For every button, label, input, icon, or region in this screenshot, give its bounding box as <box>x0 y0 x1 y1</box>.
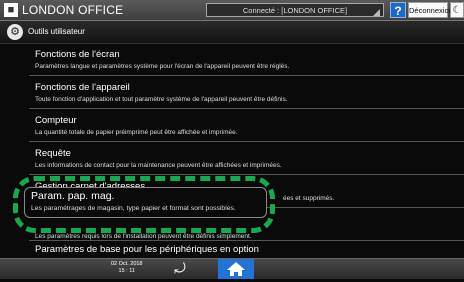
date-text: 02 Oct. 2018 <box>111 261 143 267</box>
menu-item-machine-features[interactable]: Fonctions de l'appareil Toute fonction d… <box>29 77 464 109</box>
menu-item-description: Paramètres langue et paramètres système … <box>35 63 290 70</box>
menu-item-description: Les informations de contact pour la main… <box>35 162 282 169</box>
tools-icon: ⚙ <box>7 24 23 40</box>
menu-item-title: Param. pap. mag. <box>31 190 115 202</box>
bottom-bar: 02 Oct. 2018 15 : 11 ⤾ <box>0 258 464 279</box>
home-icon[interactable] <box>218 259 254 279</box>
menu-item-description: La quantité totale de papier préimprimé … <box>35 129 238 136</box>
menu-item-inquiry[interactable]: Requête Les informations de contact pour… <box>29 143 464 175</box>
logout-button[interactable]: Déconnexion <box>408 2 453 18</box>
menu-item-screen-features[interactable]: Fonctions de l'écran Paramètres langue e… <box>29 44 464 76</box>
connection-status[interactable]: Connecté : [LONDON OFFICE] <box>206 3 384 17</box>
menu-item-tray-paper-settings[interactable]: Param. pap. mag. Les paramétrages de mag… <box>24 187 267 218</box>
top-bar: ■ LONDON OFFICE Connecté : [LONDON OFFIC… <box>0 0 464 21</box>
menu-item-title: Paramètres de base pour les périphérique… <box>35 244 259 255</box>
date-time: 02 Oct. 2018 15 : 11 <box>111 261 143 275</box>
menu-item-title: Compteur <box>35 115 77 126</box>
menu-item-description: Les paramètres requis lors de l'installa… <box>35 233 252 240</box>
menu-item-title: Requête <box>35 148 71 159</box>
section-title: Outils utilisateur <box>28 27 85 36</box>
menu-item-description: ées et supprimés. <box>283 195 335 202</box>
section-header: ⚙ Outils utilisateur <box>0 21 464 44</box>
user-icon: ■ <box>4 3 18 17</box>
menu-item-counter[interactable]: Compteur La quantité totale de papier pr… <box>29 110 464 142</box>
back-arrow-icon[interactable]: ⤾ <box>170 260 190 277</box>
dropdown-corner-icon <box>373 9 380 16</box>
energy-saver-button[interactable]: ☾ <box>450 2 464 18</box>
menu-item-peripheral-basics[interactable]: Paramètres de base pour les périphérique… <box>29 242 464 258</box>
device-title: LONDON OFFICE <box>22 3 124 17</box>
menu-item-title: Fonctions de l'appareil <box>35 82 130 93</box>
menu-item-description: Toute fonction d'application et tout par… <box>35 96 288 103</box>
help-button[interactable]: ? <box>390 2 406 18</box>
time-text: 15 : 11 <box>118 268 135 274</box>
menu-item-description: Les paramétrages de magasin, type papier… <box>31 205 236 212</box>
menu-item-title: Fonctions de l'écran <box>35 49 120 60</box>
